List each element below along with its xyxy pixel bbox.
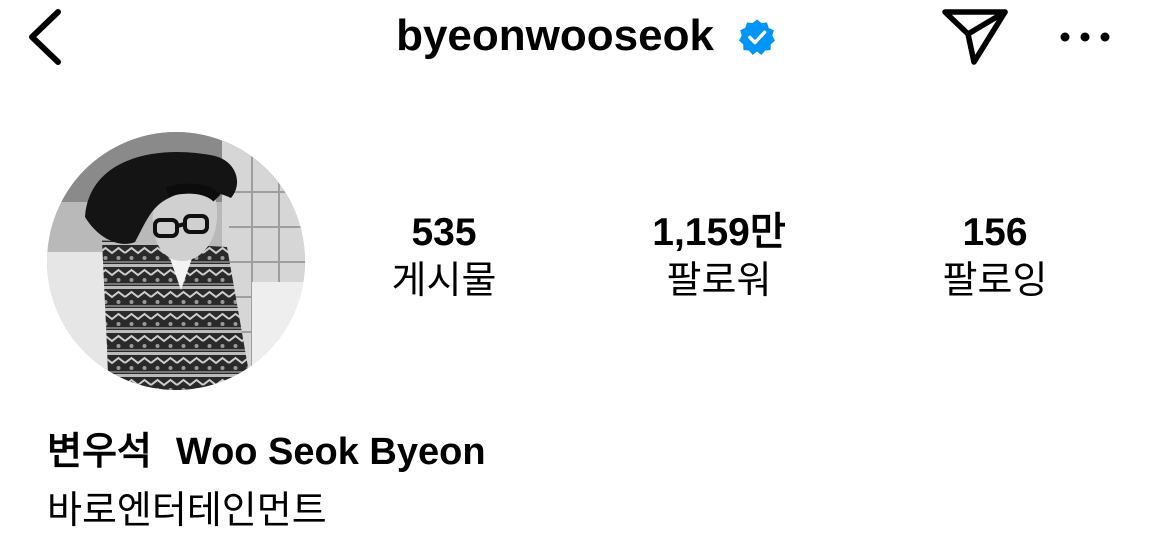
profile-photo [47, 132, 305, 390]
followers-count: 1,159만 [652, 211, 786, 254]
following-stat[interactable]: 156 팔로잉 [875, 210, 1115, 306]
following-label: 팔로잉 [942, 260, 1048, 302]
verified-badge-icon [738, 19, 775, 55]
posts-stat[interactable]: 535 게시물 [324, 210, 564, 306]
posts-label: 게시물 [391, 260, 497, 302]
followers-label: 팔로워 [666, 260, 772, 302]
following-count: 156 [962, 211, 1028, 254]
english-name: Woo Seok Byeon [175, 431, 486, 473]
send-message-button[interactable] [938, 4, 1012, 68]
display-name: 변우석 Woo Seok Byeon [47, 427, 486, 477]
avatar[interactable] [47, 132, 305, 390]
username-title: byeonwooseok [396, 11, 714, 60]
profile-header: byeonwooseok [0, 0, 1170, 80]
paper-plane-icon [942, 9, 1008, 65]
followers-stat[interactable]: 1,159만 팔로워 [599, 210, 839, 306]
posts-count: 535 [411, 211, 477, 254]
korean-name: 변우석 [47, 431, 152, 473]
ellipsis-icon [1060, 32, 1110, 42]
bio-agency: 바로엔터테인먼트 [47, 490, 327, 532]
more-options-button[interactable] [1050, 16, 1120, 56]
